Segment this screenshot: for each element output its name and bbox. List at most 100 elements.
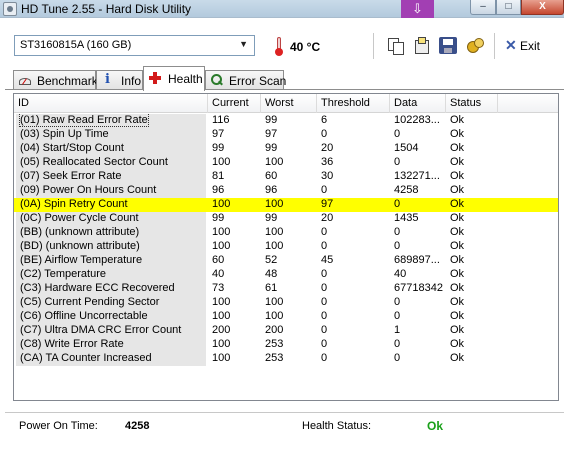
cell-status: Ok xyxy=(446,212,498,226)
cell-id-text: (CA) TA Counter Increased xyxy=(20,352,152,364)
cell-worst: 100 xyxy=(261,198,317,212)
table-row[interactable]: (03) Spin Up Time 97 97 0 0 Ok xyxy=(14,128,558,142)
cell-worst-text: 100 xyxy=(265,226,284,238)
cell-current: 100 xyxy=(208,226,261,240)
cell-id: (C3) Hardware ECC Recovered xyxy=(16,282,206,296)
exit-button[interactable]: ✕ Exit xyxy=(503,37,547,55)
cell-worst: 100 xyxy=(261,310,317,324)
table-row[interactable]: (BB) (unknown attribute) 100 100 0 0 Ok xyxy=(14,226,558,240)
toolbar-divider xyxy=(373,33,374,59)
cell-worst-text: 100 xyxy=(265,310,284,322)
drive-select[interactable]: ST3160815A (160 GB) ▼ xyxy=(14,35,255,56)
cell-id: (C2) Temperature xyxy=(16,268,206,282)
save-icon[interactable] xyxy=(439,37,457,54)
cell-threshold: 6 xyxy=(317,114,390,128)
cell-data-text: 689897... xyxy=(394,254,440,266)
table-row[interactable]: (C7) Ultra DMA CRC Error Count 200 200 0 1 Ok xyxy=(14,324,558,338)
options-icon[interactable] xyxy=(466,37,484,54)
cell-current-text: 99 xyxy=(212,212,225,224)
tab-benchmark[interactable]: Benchmark xyxy=(13,70,98,90)
cell-id: (07) Seek Error Rate xyxy=(16,170,206,184)
drive-select-value: ST3160815A (160 GB) xyxy=(20,39,132,51)
copy-text-icon[interactable] xyxy=(386,37,404,55)
tab-error-scan[interactable]: Error Scan xyxy=(205,70,287,90)
copy-screenshot-icon[interactable] xyxy=(412,37,430,54)
cell-id: (C7) Ultra DMA CRC Error Count xyxy=(16,324,206,338)
table-row[interactable]: (C2) Temperature 40 48 0 40 Ok xyxy=(14,268,558,282)
column-header-threshold[interactable]: Threshold xyxy=(317,94,390,113)
table-row[interactable]: (04) Start/Stop Count 99 99 20 1504 Ok xyxy=(14,142,558,156)
cell-worst-text: 48 xyxy=(265,268,278,280)
cell-data: 0 xyxy=(390,296,446,310)
cell-worst: 200 xyxy=(261,324,317,338)
cell-current-text: 100 xyxy=(212,352,231,364)
cell-status: Ok xyxy=(446,338,498,352)
cell-threshold: 0 xyxy=(317,268,390,282)
table-row[interactable]: (BE) Airflow Temperature 60 52 45 689897... O… xyxy=(14,254,558,268)
cell-worst-text: 96 xyxy=(265,184,278,196)
column-header-id[interactable]: ID xyxy=(14,94,208,113)
table-row[interactable]: (C6) Offline Uncorrectable 100 100 0 0 Ok xyxy=(14,310,558,324)
cell-status: Ok xyxy=(446,184,498,198)
cell-status: Ok xyxy=(446,142,498,156)
cell-threshold-text: 6 xyxy=(321,114,328,126)
minimize-button[interactable]: – xyxy=(470,0,496,15)
close-button[interactable]: X xyxy=(521,0,564,15)
cell-current-text: 100 xyxy=(212,240,231,252)
cell-threshold-text: 0 xyxy=(321,352,328,364)
tab-error-scan-label: Error Scan xyxy=(229,74,287,88)
cell-id-text: (0C) Power Cycle Count xyxy=(20,212,139,224)
cell-status-text: Ok xyxy=(450,142,465,154)
cell-worst: 96 xyxy=(261,184,317,198)
cell-id: (BE) Airflow Temperature xyxy=(16,254,206,268)
table-row[interactable]: (09) Power On Hours Count 96 96 0 4258 Ok xyxy=(14,184,558,198)
tab-info[interactable]: Info xyxy=(96,70,143,90)
cell-worst: 97 xyxy=(261,128,317,142)
table-row[interactable]: (01) Raw Read Error Rate 116 99 6 102283... O… xyxy=(14,114,558,128)
cell-data-text: 0 xyxy=(394,128,401,140)
cell-threshold: 0 xyxy=(317,310,390,324)
cell-id-text: (03) Spin Up Time xyxy=(20,128,109,140)
cell-threshold: 0 xyxy=(317,240,390,254)
cell-threshold-text: 0 xyxy=(321,128,328,140)
cell-current-text: 60 xyxy=(212,254,225,266)
table-row[interactable]: (C5) Current Pending Sector 100 100 0 0 Ok xyxy=(14,296,558,310)
table-row[interactable]: (07) Seek Error Rate 81 60 30 132271... Ok xyxy=(14,170,558,184)
cell-worst: 253 xyxy=(261,338,317,352)
download-icon[interactable]: ⇩ xyxy=(401,0,434,18)
column-header-current[interactable]: Current xyxy=(208,94,261,113)
cell-worst: 61 xyxy=(261,282,317,296)
cell-id: (C6) Offline Uncorrectable xyxy=(16,310,206,324)
cell-worst-text: 100 xyxy=(265,240,284,252)
cell-status: Ok xyxy=(446,156,498,170)
tab-health[interactable]: Health xyxy=(143,66,205,91)
cell-status: Ok xyxy=(446,324,498,338)
table-row[interactable]: (05) Reallocated Sector Count 100 100 36 0 Ok xyxy=(14,156,558,170)
smart-table[interactable]: ID Current Worst Threshold Data Status (… xyxy=(13,93,559,401)
cell-current: 60 xyxy=(208,254,261,268)
cell-current: 99 xyxy=(208,212,261,226)
column-header-data[interactable]: Data xyxy=(390,94,446,113)
maximize-button[interactable]: □ xyxy=(496,0,521,15)
table-row[interactable]: (C3) Hardware ECC Recovered 73 61 0 67718342… xyxy=(14,282,558,296)
cell-id-text: (BB) (unknown attribute) xyxy=(20,226,140,238)
power-on-time-value: 4258 xyxy=(125,420,150,432)
cell-id: (CA) TA Counter Increased xyxy=(16,352,206,366)
cell-data-text: 132271... xyxy=(394,170,440,182)
column-header-status[interactable]: Status xyxy=(446,94,498,113)
cell-worst-text: 253 xyxy=(265,338,284,350)
cell-data-text: 4258 xyxy=(394,184,419,196)
cell-id-text: (C5) Current Pending Sector xyxy=(20,296,160,308)
cell-current: 100 xyxy=(208,352,261,366)
table-row[interactable]: (BD) (unknown attribute) 100 100 0 0 Ok xyxy=(14,240,558,254)
cell-id-text: (09) Power On Hours Count xyxy=(20,184,157,196)
table-row[interactable]: (CA) TA Counter Increased 100 253 0 0 Ok xyxy=(14,352,558,366)
table-row[interactable]: (0C) Power Cycle Count 99 99 20 1435 Ok xyxy=(14,212,558,226)
cell-data: 0 xyxy=(390,226,446,240)
column-header-worst[interactable]: Worst xyxy=(261,94,317,113)
cell-id: (05) Reallocated Sector Count xyxy=(16,156,206,170)
table-row[interactable]: (C8) Write Error Rate 100 253 0 0 Ok xyxy=(14,338,558,352)
table-row[interactable]: (0A) Spin Retry Count 100 100 97 0 Ok xyxy=(14,198,558,212)
chevron-down-icon[interactable]: ▼ xyxy=(239,39,248,49)
tab-health-label: Health xyxy=(168,72,203,86)
